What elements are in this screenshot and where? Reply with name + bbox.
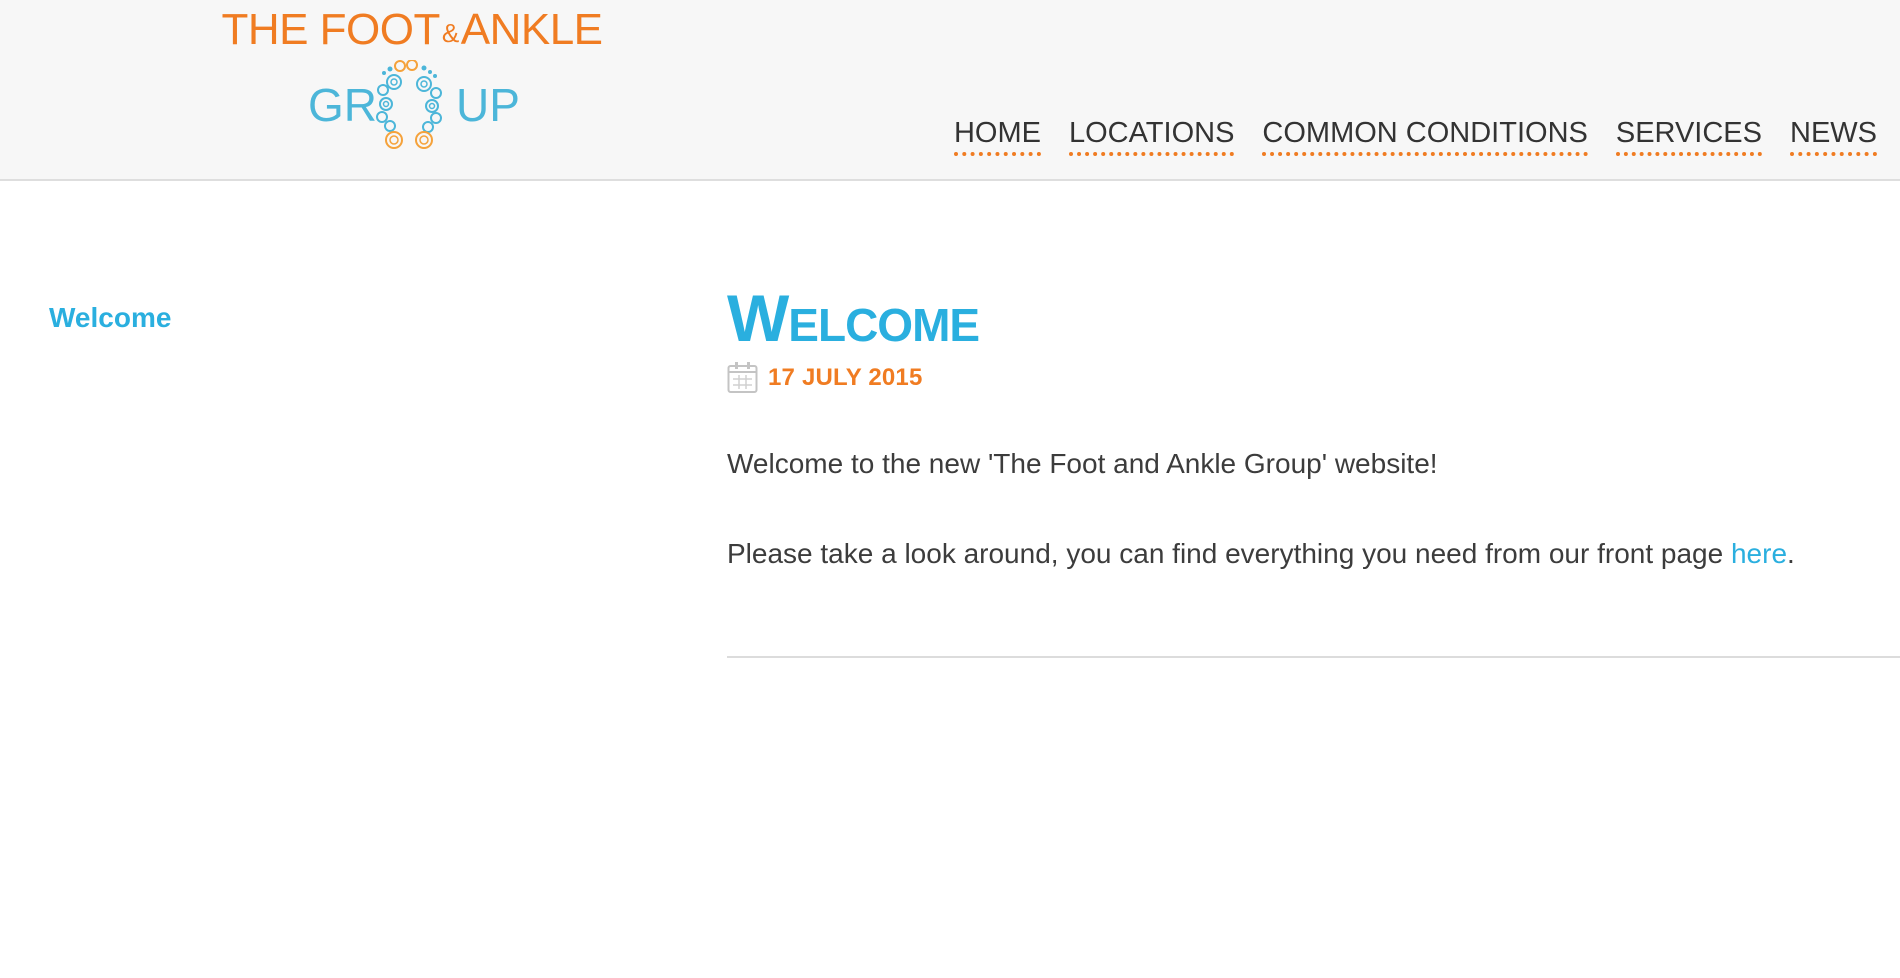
- post-title: Welcome: [727, 281, 980, 355]
- post-paragraph-2-end: .: [1787, 538, 1795, 570]
- nav-item-home[interactable]: HOME: [953, 118, 1041, 157]
- post-date: 17 JULY 2015: [727, 361, 1900, 394]
- logo-text-foot: THE FOOT: [221, 5, 440, 54]
- post-date-text: 17 JULY 2015: [768, 363, 923, 391]
- logo-text-ankle: ANKLE: [460, 5, 603, 54]
- post-paragraph-2-text: Please take a look around, you can find …: [727, 538, 1731, 570]
- logo-text-up: UP: [456, 79, 520, 131]
- post-article: Welcome 17 JULY 2015 Welcome to the new …: [727, 285, 1900, 573]
- post-paragraph-2: Please take a look around, you can find …: [727, 536, 1900, 572]
- main-nav: HOME LOCATIONS COMMON CONDITIONS SERVICE…: [953, 118, 1877, 157]
- logo-text-gr: GR: [308, 79, 377, 131]
- site-logo[interactable]: THE FOOT&ANKLE GR UP: [212, 5, 612, 149]
- footprints-icon: [376, 60, 442, 149]
- post-divider: [727, 656, 1900, 658]
- logo-wordmark-bottom: GR UP: [212, 60, 612, 149]
- nav-item-locations[interactable]: LOCATIONS: [1068, 118, 1235, 157]
- front-page-link[interactable]: here: [1731, 538, 1787, 569]
- site-header: THE FOOT&ANKLE GR UP HOME LOCATIONS COMM…: [0, 0, 1900, 181]
- logo-text-amp: &: [441, 18, 459, 48]
- calendar-icon: [727, 362, 758, 393]
- nav-item-news[interactable]: NEWS: [1790, 118, 1877, 157]
- nav-item-common-conditions[interactable]: COMMON CONDITIONS: [1262, 118, 1588, 157]
- logo-wordmark-top: THE FOOT&ANKLE: [212, 5, 612, 54]
- nav-item-services[interactable]: SERVICES: [1615, 118, 1762, 157]
- post-body: Welcome to the new 'The Foot and Ankle G…: [727, 446, 1900, 573]
- sidebar-link-welcome[interactable]: Welcome: [49, 302, 171, 334]
- post-paragraph-1: Welcome to the new 'The Foot and Ankle G…: [727, 448, 1438, 479]
